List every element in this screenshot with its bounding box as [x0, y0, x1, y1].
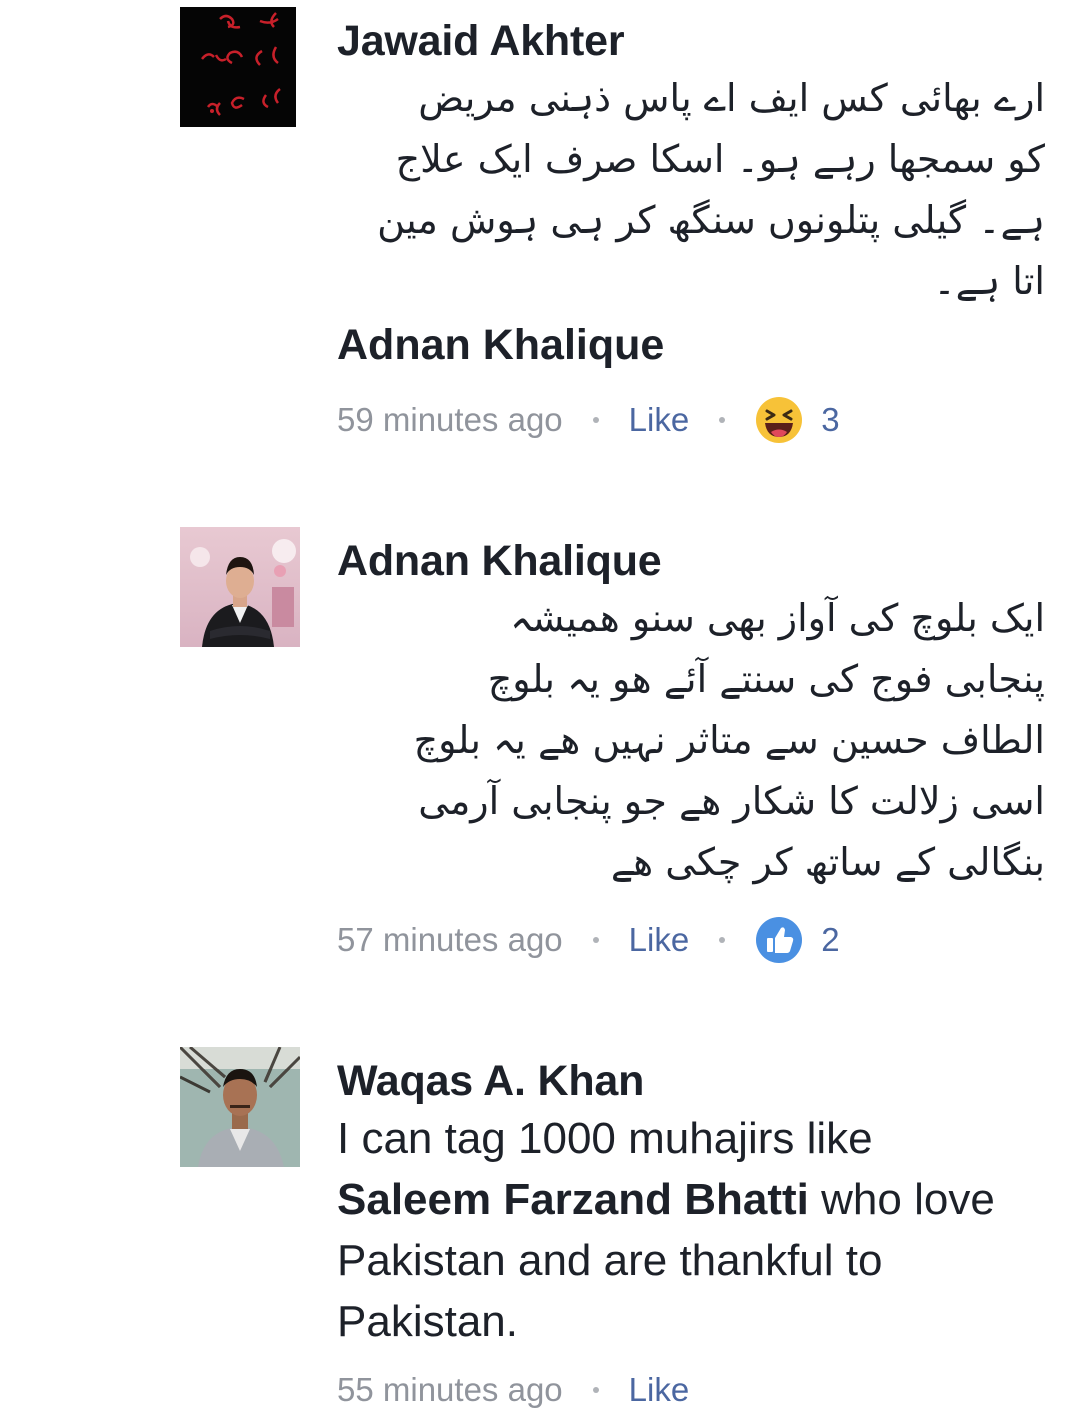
man-portrait-avatar-icon [180, 1047, 300, 1167]
reaction-count[interactable]: 3 [821, 401, 839, 439]
man-in-suit-avatar-icon [180, 527, 300, 647]
comment-author[interactable]: Waqas A. Khan [337, 1056, 1045, 1106]
timestamp[interactable]: 55 minutes ago [337, 1371, 563, 1409]
comment-meta: 59 minutes ago Like 3 [337, 395, 840, 445]
comment-author[interactable]: Jawaid Akhter [337, 16, 1045, 66]
like-button[interactable]: Like [629, 401, 690, 439]
comment-text-line: اسی زلالت کا شکار ھے جو پنجابی آرمی [418, 779, 1045, 823]
red-urdu-calligraphy-avatar-icon [180, 7, 296, 127]
avatar[interactable] [180, 527, 300, 647]
comment-text-line: کو سمجھا رہے ہو۔ اسکا صرف ایک علاج [395, 137, 1045, 181]
comment-author[interactable]: Adnan Khalique [337, 536, 1045, 586]
comment-meta: 57 minutes ago Like 2 [337, 915, 840, 965]
comment-text-line: ہے۔ گیلی پتلونوں سنگھ کر ہی ہوش مین [377, 198, 1045, 242]
timestamp[interactable]: 59 minutes ago [337, 401, 563, 439]
comment-text-line: ارے بھائی کس ایف اے پاس ذہنی مریض [418, 76, 1045, 120]
thumbs-up-icon[interactable] [755, 916, 803, 964]
comment-text-part: I can tag 1000 muhajirs like [337, 1114, 873, 1163]
mention-link[interactable]: Saleem Farzand Bhatti [337, 1175, 809, 1224]
separator-dot [719, 937, 726, 943]
avatar[interactable] [180, 1047, 300, 1167]
like-button[interactable]: Like [629, 921, 690, 959]
timestamp[interactable]: 57 minutes ago [337, 921, 563, 959]
avatar[interactable] [180, 7, 296, 127]
comment-text-line: اتا ہے۔ [933, 259, 1045, 303]
comment-text-line: ایک بلوچ کی آواز بھی سنو ھمیشہ [510, 596, 1045, 640]
comment-text-line: پنجابی فوج کی سنتے آئے ھو یہ بلوچ [487, 657, 1045, 701]
like-button[interactable]: Like [629, 1371, 690, 1409]
separator-dot [719, 417, 726, 423]
comment-text: ارے بھائی کس ایف اے پاس ذہنی مریض کو سمج… [337, 68, 1045, 312]
reply-mention[interactable]: Adnan Khalique [337, 320, 1045, 370]
separator-dot [592, 417, 599, 423]
reaction-count[interactable]: 2 [821, 921, 839, 959]
comment-text-line: بنگالی کے ساتھ کر چکی ھے [610, 840, 1045, 884]
comment-text-line: الطاف حسین سے متاثر نہیں ھے یہ بلوچ [413, 718, 1045, 762]
haha-emoji-icon[interactable] [755, 396, 803, 444]
comment-text: I can tag 1000 muhajirs like Saleem Farz… [337, 1108, 1045, 1352]
comment-text: ایک بلوچ کی آواز بھی سنو ھمیشہ پنجابی فو… [337, 588, 1045, 893]
separator-dot [592, 937, 599, 943]
comment-meta: 55 minutes ago Like [337, 1365, 689, 1415]
separator-dot [592, 1387, 599, 1393]
